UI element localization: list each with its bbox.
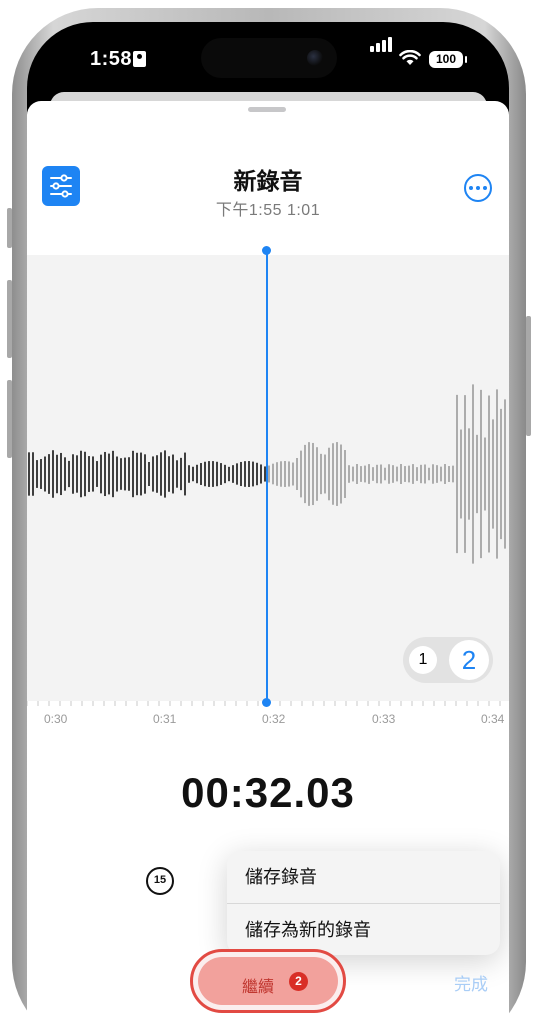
tick-label: 0:32 xyxy=(262,712,286,726)
save-menu: 儲存錄音 儲存為新的錄音 xyxy=(227,851,500,955)
recording-subtitle: 下午1:55 1:01 xyxy=(215,202,321,219)
playback-speed-toggle[interactable]: 1 2 xyxy=(403,637,493,683)
elapsed-time: 00:32.03 xyxy=(181,769,355,816)
playhead-handle-top[interactable] xyxy=(262,246,271,255)
speed-option-2[interactable]: 2 xyxy=(449,640,489,680)
playhead-handle-bottom[interactable] xyxy=(262,698,271,707)
rewind-15-icon[interactable]: 15 xyxy=(146,867,174,895)
menu-item-save-recording[interactable]: 儲存錄音 xyxy=(227,851,500,903)
waveform-area[interactable] xyxy=(27,255,509,701)
action-button xyxy=(7,208,12,248)
volume-down-button xyxy=(7,380,12,458)
sheet-grabber[interactable] xyxy=(248,107,286,112)
id-card-icon xyxy=(133,51,146,67)
dynamic-island xyxy=(201,38,337,78)
menu-item-save-as-new[interactable]: 儲存為新的錄音 xyxy=(227,904,500,955)
resume-button-fill: 繼續 2 xyxy=(198,957,338,1005)
more-options-button[interactable] xyxy=(464,174,492,202)
battery-icon: 100 xyxy=(429,51,467,68)
tick-label: 0:31 xyxy=(153,712,177,726)
tick-label: 0:33 xyxy=(372,712,396,726)
status-time: 1:58 xyxy=(90,48,133,70)
wifi-icon xyxy=(399,50,421,65)
waveform xyxy=(28,384,506,564)
volume-up-button xyxy=(7,280,12,358)
camera-icon xyxy=(307,50,323,66)
power-button xyxy=(526,316,531,436)
resume-recording-button[interactable]: 繼續 2 xyxy=(190,949,346,1013)
resume-label: 繼續 xyxy=(242,979,275,996)
recording-title[interactable]: 新錄音 xyxy=(27,162,509,196)
speed-option-1[interactable]: 1 xyxy=(409,646,437,674)
resume-count-badge: 2 xyxy=(289,972,308,991)
tick-label: 0:30 xyxy=(44,712,68,726)
playhead[interactable] xyxy=(266,247,268,702)
tick-label: 0:34 xyxy=(481,712,505,726)
done-button[interactable]: 完成 xyxy=(454,970,488,995)
recording-sheet: 新錄音 下午1:55 1:01 0:30 0:31 0:32 0:33 0:34… xyxy=(27,101,509,1024)
